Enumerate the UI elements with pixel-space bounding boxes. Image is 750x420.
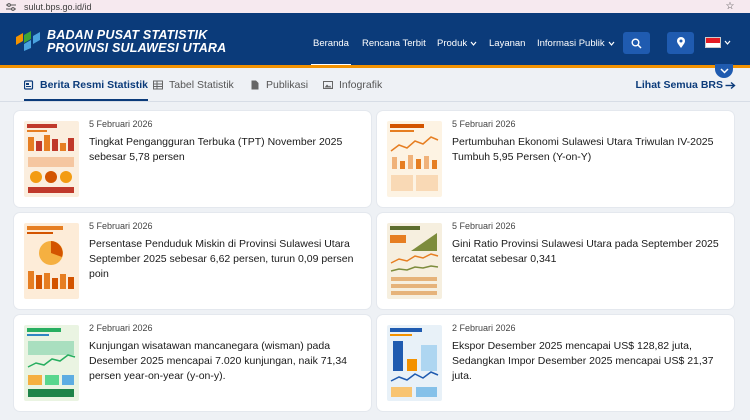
bookmark-star-icon[interactable]: ☆ — [724, 1, 736, 12]
language-flag-indonesia-icon[interactable] — [705, 37, 721, 48]
location-pin-icon — [676, 37, 685, 48]
brs-thumbnail-pertumbuhan-ekonomi[interactable] — [387, 121, 442, 197]
tab-berita-resmi-statistik[interactable]: Berita Resmi Statistik — [24, 79, 148, 101]
arrow-right-icon — [725, 81, 736, 89]
card-date: 2 Februari 2026 — [452, 323, 516, 333]
nav-produk[interactable]: Produk — [437, 38, 477, 49]
card-date: 5 Februari 2026 — [89, 221, 153, 231]
card-title[interactable]: Kunjungan wisatawan mancanegara (wisman)… — [89, 339, 365, 384]
nav-informasi-publik[interactable]: Informasi Publik — [537, 38, 615, 49]
brs-card[interactable]: 2 Februari 2026 Ekspor Desember 2025 men… — [377, 315, 734, 411]
brs-card[interactable]: 2 Februari 2026 Kunjungan wisatawan manc… — [14, 315, 371, 411]
chevron-down-icon — [719, 68, 729, 74]
table-icon — [153, 80, 163, 90]
card-title[interactable]: Tingkat Pengangguran Terbuka (TPT) Novem… — [89, 135, 365, 165]
brs-thumbnail-tpt[interactable] — [24, 121, 79, 197]
see-all-brs-link[interactable]: Lihat Semua BRS — [635, 79, 736, 91]
address-bar-url[interactable]: sulut.bps.go.id/id — [24, 2, 724, 12]
brs-card[interactable]: 5 Februari 2026 Persentase Penduduk Misk… — [14, 213, 371, 309]
nav-beranda[interactable]: Beranda — [311, 38, 351, 67]
brs-thumbnail-gini-ratio[interactable] — [387, 223, 442, 299]
chevron-down-icon — [470, 41, 477, 46]
search-button[interactable] — [623, 32, 650, 54]
content-tabs: Berita Resmi Statistik Tabel Statistik P… — [0, 68, 750, 102]
card-title[interactable]: Persentase Penduduk Miskin di Provinsi S… — [89, 237, 365, 282]
card-title[interactable]: Ekspor Desember 2025 mencapai US$ 128,82… — [452, 339, 728, 384]
tab-publikasi[interactable]: Publikasi — [250, 79, 308, 91]
brs-thumbnail-penduduk-miskin[interactable] — [24, 223, 79, 299]
location-button[interactable] — [667, 32, 694, 54]
site-settings-icon[interactable] — [6, 2, 16, 11]
tab-tabel-statistik[interactable]: Tabel Statistik — [153, 79, 234, 91]
search-icon — [631, 38, 642, 49]
newspaper-icon — [24, 80, 34, 90]
browser-bar: sulut.bps.go.id/id ☆ — [0, 0, 750, 13]
chevron-down-icon — [608, 41, 615, 46]
brs-card[interactable]: 5 Februari 2026 Tingkat Pengangguran Ter… — [14, 111, 371, 207]
brs-thumbnail-ekspor-impor[interactable] — [387, 325, 442, 401]
card-date: 2 Februari 2026 — [89, 323, 153, 333]
site-header: BADAN PUSAT STATISTIK PROVINSI SULAWESI … — [0, 13, 750, 68]
tab-infografik[interactable]: Infografik — [323, 79, 382, 91]
brs-thumbnail-wisman[interactable] — [24, 325, 79, 401]
card-date: 5 Februari 2026 — [452, 119, 516, 129]
card-date: 5 Februari 2026 — [452, 221, 516, 231]
brs-card[interactable]: 5 Februari 2026 Gini Ratio Provinsi Sula… — [377, 213, 734, 309]
chevron-down-icon[interactable] — [724, 40, 731, 45]
brs-card[interactable]: 5 Februari 2026 Pertumbuhan Ekonomi Sula… — [377, 111, 734, 207]
card-title[interactable]: Pertumbuhan Ekonomi Sulawesi Utara Triwu… — [452, 135, 728, 165]
nav-rencana-terbit[interactable]: Rencana Terbit — [362, 38, 426, 49]
nav-layanan[interactable]: Layanan — [489, 38, 525, 49]
image-icon — [323, 81, 333, 89]
document-icon — [251, 80, 259, 90]
card-date: 5 Februari 2026 — [89, 119, 153, 129]
card-title[interactable]: Gini Ratio Provinsi Sulawesi Utara pada … — [452, 237, 728, 267]
